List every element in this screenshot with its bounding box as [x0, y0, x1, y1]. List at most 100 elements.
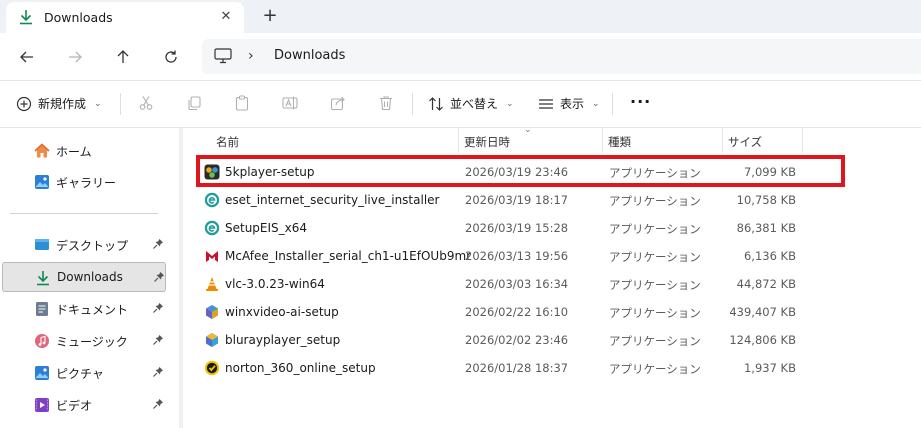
breadcrumb-separator[interactable]: ›: [248, 48, 254, 64]
sidebar-item-downloads[interactable]: Downloads: [2, 262, 166, 292]
column-header-type[interactable]: 種類: [602, 128, 722, 153]
column-header-label: サイズ: [728, 135, 763, 149]
copy-icon: [188, 96, 201, 111]
file-name: winxvideo-ai-setup: [225, 305, 339, 319]
toolbar-separator: [612, 93, 613, 115]
pin-icon[interactable]: [152, 334, 164, 346]
share-icon: [330, 96, 345, 111]
mcafee-app-icon: [206, 251, 218, 262]
desktop-icon: [35, 239, 49, 250]
sidebar-scrollbar[interactable]: [179, 128, 183, 428]
file-name: vlc-3.0.23-win64: [225, 277, 325, 291]
file-type: アプリケーション: [609, 306, 701, 320]
toolbar-separator: [412, 93, 413, 115]
clipboard-icon: [235, 95, 249, 111]
file-row-vlc[interactable]: vlc-3.0.23-win64 2026/03/03 16:34 アプリケーシ…: [196, 270, 836, 298]
pin-icon[interactable]: [152, 302, 164, 314]
forward-button[interactable]: [61, 43, 89, 71]
column-header-label: 種類: [608, 135, 631, 149]
sidebar-item-documents[interactable]: ドキュメント: [2, 294, 166, 324]
close-tab-button[interactable]: ✕: [217, 8, 235, 26]
pin-icon[interactable]: [152, 366, 164, 378]
file-type: アプリケーション: [609, 194, 701, 208]
file-row-mcafee-installer[interactable]: McAfee_Installer_serial_ch1-u1EfOUb9mr..…: [196, 242, 836, 270]
chevron-down-icon: ⌄: [506, 98, 514, 109]
file-date: 2026/03/03 16:34: [465, 277, 569, 291]
sidebar-item-label: ピクチャ: [56, 367, 104, 381]
delete-button[interactable]: [377, 94, 395, 112]
file-row-norton-360-online-setup[interactable]: norton_360_online_setup 2026/01/28 18:37…: [196, 354, 836, 382]
sort-button-label: 並べ替え: [450, 97, 499, 111]
title-tab-bar: Downloads ✕ +: [0, 0, 921, 33]
sidebar-item-label: ホーム: [56, 145, 92, 159]
column-separator[interactable]: [802, 128, 803, 153]
blurayplayer-app-icon: [206, 333, 218, 347]
view-button[interactable]: 表示 ⌄: [538, 95, 600, 112]
pin-icon[interactable]: [153, 271, 165, 283]
file-row-winxvideo-ai-setup[interactable]: winxvideo-ai-setup 2026/02/22 16:10 アプリケ…: [196, 298, 836, 326]
this-pc-icon: [214, 48, 232, 64]
highlight-box: [196, 155, 845, 187]
file-date: 2026/03/19 15:28: [465, 221, 569, 235]
file-row-setupeis-x64[interactable]: SetupEIS_x64 2026/03/19 15:28 アプリケーション 8…: [196, 214, 836, 242]
sidebar-item-desktop[interactable]: デスクトップ: [2, 230, 166, 260]
file-date: 2026/03/13 19:56: [465, 249, 569, 263]
copy-button[interactable]: [185, 94, 203, 112]
tab-downloads[interactable]: Downloads ✕: [6, 2, 244, 33]
sidebar-divider: [10, 213, 158, 214]
file-size: 6,136 KB: [743, 249, 796, 263]
file-size: 439,407 KB: [729, 305, 796, 319]
breadcrumb-downloads[interactable]: Downloads: [274, 48, 345, 63]
sort-button[interactable]: 並べ替え ⌄: [428, 95, 514, 112]
file-size: 124,806 KB: [729, 333, 796, 347]
address-bar[interactable]: › Downloads: [202, 39, 921, 74]
sidebar-item-home[interactable]: ホーム: [2, 136, 166, 166]
sidebar-item-label: Downloads: [57, 270, 123, 284]
paste-button[interactable]: [233, 94, 251, 112]
refresh-button[interactable]: [157, 43, 185, 71]
column-header-name[interactable]: 名前: [210, 128, 458, 153]
home-icon: [34, 143, 50, 158]
navigation-pane: ホーム ギャラリー デスクトップ Downloads ドキュメント ミュージック…: [0, 128, 175, 428]
new-button[interactable]: 新規作成 ⌄: [16, 95, 102, 112]
file-name: eset_internet_security_live_installer: [225, 193, 440, 207]
sidebar-item-gallery[interactable]: ギャラリー: [2, 167, 166, 197]
vlc-cone-icon: [206, 277, 218, 291]
sidebar-item-pictures[interactable]: ピクチャ: [2, 358, 166, 388]
new-tab-button[interactable]: +: [259, 6, 281, 28]
refresh-icon: [165, 50, 177, 63]
file-row-blurayplayer-setup[interactable]: blurayplayer_setup 2026/02/02 23:46 アプリケ…: [196, 326, 836, 354]
file-type: アプリケーション: [609, 222, 701, 236]
file-size: 10,758 KB: [736, 193, 796, 207]
sidebar-item-label: ミュージック: [56, 335, 128, 349]
pin-icon[interactable]: [152, 398, 164, 410]
column-header-size[interactable]: サイズ: [722, 128, 802, 153]
eset-app-icon: [204, 220, 220, 236]
file-date: 2026/03/19 18:17: [465, 193, 569, 207]
file-name: McAfee_Installer_serial_ch1-u1EfOUb9mr..…: [225, 249, 471, 263]
new-button-label: 新規作成: [38, 97, 87, 111]
file-size: 1,937 KB: [743, 361, 796, 375]
sidebar-item-label: ビデオ: [56, 399, 93, 413]
pin-icon[interactable]: [152, 238, 164, 250]
file-date: 2026/02/02 23:46: [465, 333, 569, 347]
winxvideo-app-icon: [206, 305, 218, 319]
picture-icon: [35, 366, 49, 380]
arrow-right-icon: [69, 51, 82, 63]
up-button[interactable]: [109, 43, 137, 71]
view-button-label: 表示: [560, 97, 585, 111]
sidebar-item-videos[interactable]: ビデオ: [2, 390, 166, 420]
arrow-left-icon: [20, 51, 33, 63]
sidebar-item-label: ギャラリー: [56, 176, 117, 190]
sidebar-item-music[interactable]: ミュージック: [2, 326, 166, 356]
download-icon: [20, 10, 32, 25]
scissors-icon: [139, 96, 153, 110]
tab-title: Downloads: [44, 10, 113, 25]
back-button[interactable]: [13, 43, 41, 71]
file-name: norton_360_online_setup: [225, 361, 376, 375]
cut-button[interactable]: [137, 94, 155, 112]
share-button[interactable]: [329, 94, 347, 112]
more-options-button[interactable]: ···: [630, 92, 651, 111]
file-row-eset-live-installer[interactable]: eset_internet_security_live_installer 20…: [196, 186, 836, 214]
rename-button[interactable]: [281, 94, 299, 112]
